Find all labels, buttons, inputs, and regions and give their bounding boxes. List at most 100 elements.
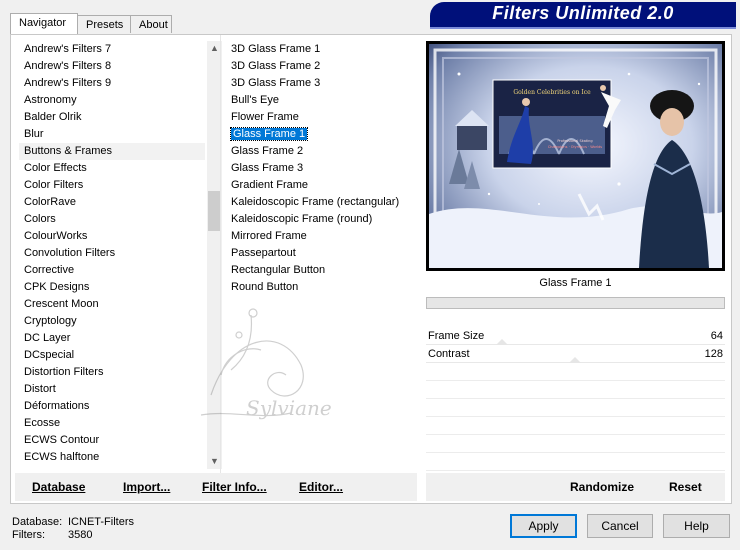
param-empty-row [426, 435, 725, 453]
category-item[interactable]: Distortion Filters [19, 364, 205, 381]
category-item[interactable]: Color Filters [19, 177, 205, 194]
category-item[interactable]: Cryptology [19, 313, 205, 330]
filter-item[interactable]: Kaleidoscopic Frame (round) [227, 211, 423, 228]
slider-thumb-icon[interactable] [569, 357, 581, 363]
filter-item[interactable]: Flower Frame [227, 109, 423, 126]
poster-title: Golden Celebrities on Ice [513, 89, 591, 96]
category-item[interactable]: ColorRave [19, 194, 205, 211]
poster-subtitle-2: Champions · Olympics · Worlds [548, 145, 602, 149]
category-item[interactable]: Color Effects [19, 160, 205, 177]
category-item[interactable]: Andrew's Filters 8 [19, 58, 205, 75]
right-button-bar: Randomize Reset [426, 473, 725, 501]
apply-button[interactable]: Apply [510, 514, 577, 538]
category-item[interactable]: Déformations [19, 398, 205, 415]
progress-bar [426, 297, 725, 309]
category-item[interactable]: ECWS halftone [19, 449, 205, 466]
filters-count-label: Filters: [12, 529, 45, 541]
filter-item-label: 3D Glass Frame 1 [231, 43, 321, 55]
filter-item-label: 3D Glass Frame 3 [231, 77, 321, 89]
category-item[interactable]: Andrew's Filters 7 [19, 41, 205, 58]
filter-item-label: Glass Frame 2 [231, 145, 304, 157]
filter-item-label: Mirrored Frame [231, 230, 307, 242]
param-label: Contrast [428, 348, 470, 360]
param-value: 128 [704, 348, 723, 360]
filter-item-label: Kaleidoscopic Frame (rectangular) [231, 196, 400, 208]
filter-item[interactable]: Passepartout [227, 245, 423, 262]
param-label: Frame Size [428, 330, 485, 342]
preview-image: Golden Celebrities on Ice Professional S… [429, 44, 722, 268]
param-empty-row [426, 453, 725, 471]
filter-item-label: Gradient Frame [231, 179, 309, 191]
tab-presets[interactable]: Presets [77, 15, 131, 33]
filter-item-label: Glass Frame 3 [231, 162, 304, 174]
category-item[interactable]: CPK Designs [19, 279, 205, 296]
help-button[interactable]: Help [663, 514, 730, 538]
category-item[interactable]: Andrew's Filters 9 [19, 75, 205, 92]
param-empty-row [426, 417, 725, 435]
filter-item[interactable]: Gradient Frame [227, 177, 423, 194]
category-item[interactable]: DC Layer [19, 330, 205, 347]
filter-item[interactable]: 3D Glass Frame 1 [227, 41, 423, 58]
filter-item-label: Rectangular Button [231, 264, 326, 276]
param-contrast[interactable]: Contrast 128 [426, 345, 725, 363]
param-empty-row [426, 399, 725, 417]
filter-item-label: Passepartout [231, 247, 296, 259]
filter-item[interactable]: Glass Frame 2 [227, 143, 423, 160]
import-button[interactable]: Import... [123, 480, 170, 494]
filter-item[interactable]: Mirrored Frame [227, 228, 423, 245]
watermark-swirl-icon: Sylviane [200, 308, 332, 420]
param-value: 64 [710, 330, 723, 342]
category-item[interactable]: Balder Olrik [19, 109, 205, 126]
editor-button[interactable]: Editor... [299, 480, 343, 494]
banner-title: Filters Unlimited 2.0 [492, 3, 674, 23]
filter-item[interactable]: Glass Frame 1 [227, 126, 423, 143]
filters-count-value: 3580 [68, 529, 93, 541]
category-item[interactable]: Distort [19, 381, 205, 398]
cancel-button[interactable]: Cancel [587, 514, 653, 538]
filter-item-label: Bull's Eye [231, 94, 279, 106]
param-empty-row [426, 363, 725, 381]
category-item[interactable]: Buttons & Frames [19, 143, 205, 160]
category-item[interactable]: Blur [19, 126, 205, 143]
banner-underline [430, 27, 736, 29]
filter-item-label: Round Button [231, 281, 299, 293]
database-button[interactable]: Database [32, 480, 85, 494]
filter-item[interactable]: 3D Glass Frame 3 [227, 75, 423, 92]
reset-button[interactable]: Reset [669, 480, 702, 494]
category-item[interactable]: DCspecial [19, 347, 205, 364]
database-label: Database: [12, 516, 63, 528]
filter-item-label: Kaleidoscopic Frame (round) [231, 213, 373, 225]
database-value: ICNET-Filters [68, 516, 134, 528]
param-empty-row [426, 381, 725, 399]
category-item[interactable]: Astronomy [19, 92, 205, 109]
category-item[interactable]: Corrective [19, 262, 205, 279]
tab-navigator[interactable]: Navigator [10, 13, 78, 34]
filter-item[interactable]: Glass Frame 3 [227, 160, 423, 177]
category-item[interactable]: Crescent Moon [19, 296, 205, 313]
preview-artwork: Golden Celebrities on Ice Professional S… [429, 48, 722, 268]
filter-item[interactable]: Round Button [227, 279, 423, 296]
watermark-text: Sylviane [246, 396, 332, 420]
parameter-list: Frame Size 64 Contrast 128 [426, 327, 725, 477]
category-list[interactable]: Andrew's Filters 7 Andrew's Filters 8 Andr… [19, 41, 205, 469]
category-item[interactable]: Colors [19, 211, 205, 228]
tab-about[interactable]: About [130, 15, 172, 33]
category-item[interactable]: ColourWorks [19, 228, 205, 245]
filter-info-button[interactable]: Filter Info... [202, 480, 267, 494]
selected-filter-name: Glass Frame 1 [539, 277, 612, 289]
filter-item-label: Flower Frame [231, 111, 299, 123]
filter-item-label: Glass Frame 1 [229, 127, 309, 141]
category-item[interactable]: Ecosse [19, 415, 205, 432]
preview-frame: Golden Celebrities on Ice Professional S… [426, 41, 725, 271]
randomize-button[interactable]: Randomize [570, 480, 634, 494]
navigator-panel: Andrew's Filters 7 Andrew's Filters 8 Andr… [10, 34, 732, 504]
filter-item-label: 3D Glass Frame 2 [231, 60, 321, 72]
left-button-bar: Database Import... Filter Info... Editor… [15, 473, 417, 501]
filter-item[interactable]: Kaleidoscopic Frame (rectangular) [227, 194, 423, 211]
filter-item[interactable]: Rectangular Button [227, 262, 423, 279]
param-frame-size[interactable]: Frame Size 64 [426, 327, 725, 345]
filter-item[interactable]: 3D Glass Frame 2 [227, 58, 423, 75]
category-item[interactable]: Convolution Filters [19, 245, 205, 262]
filter-item[interactable]: Bull's Eye [227, 92, 423, 109]
category-item[interactable]: ECWS Contour [19, 432, 205, 449]
